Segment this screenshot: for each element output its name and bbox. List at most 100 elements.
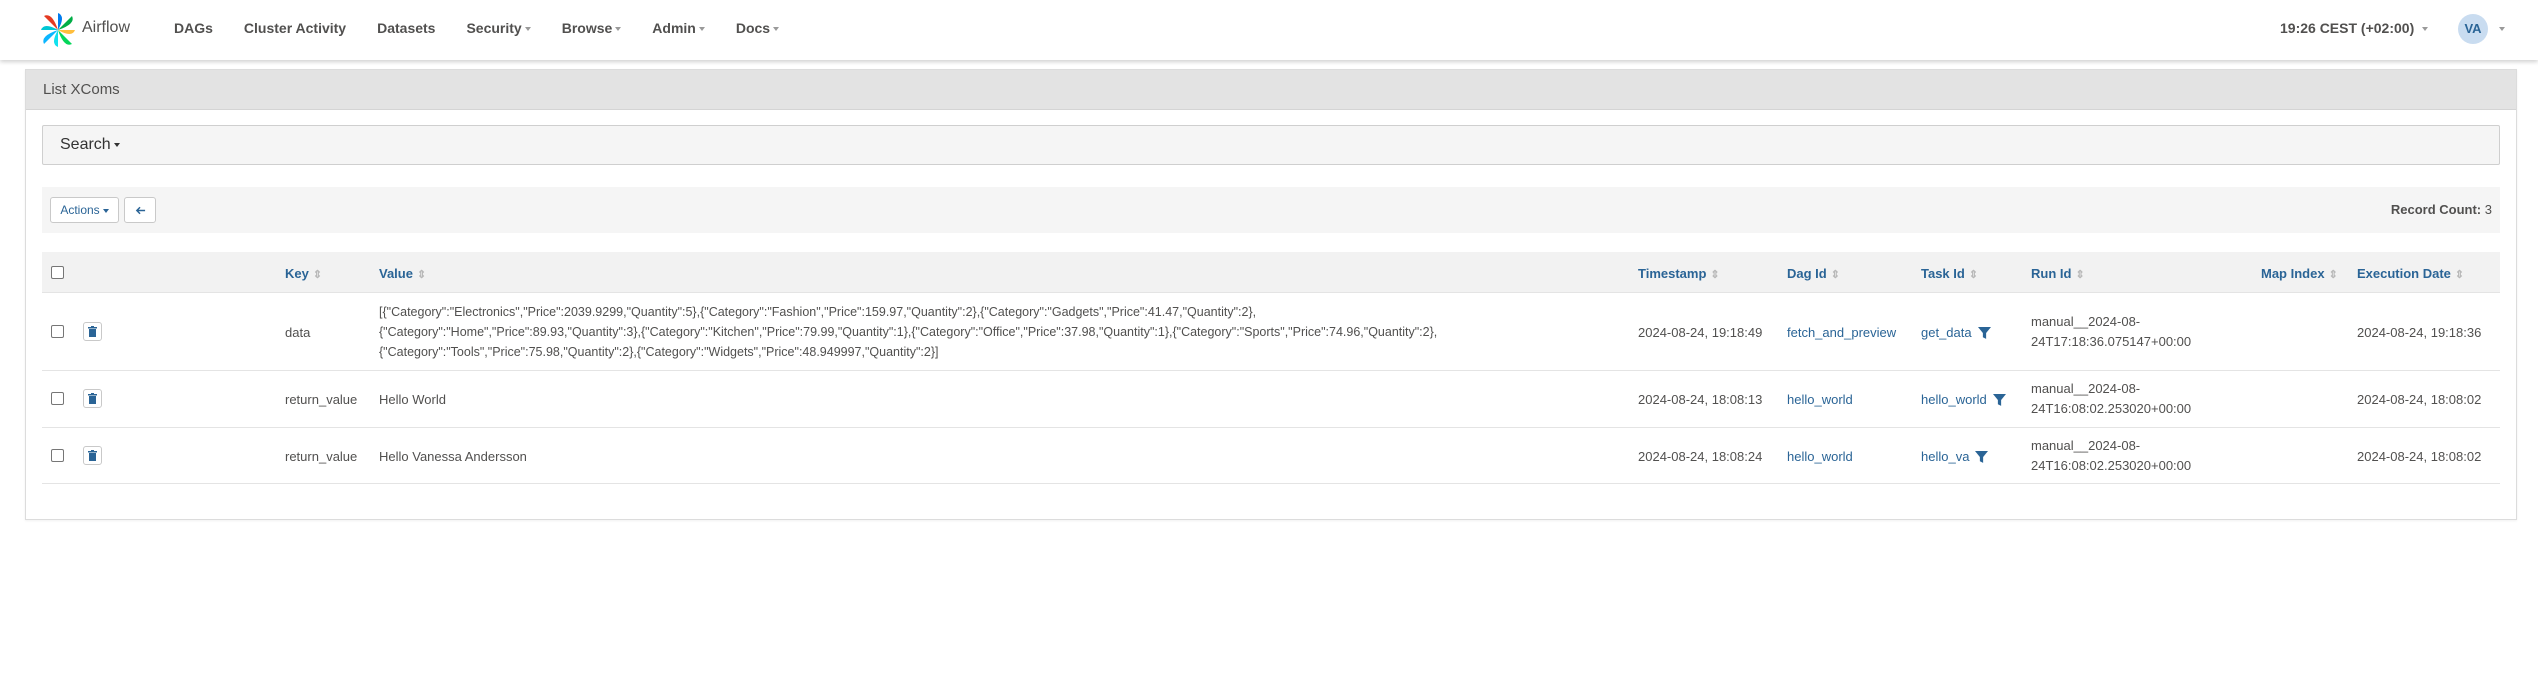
column-header-map-index[interactable]: Map Index ⇕ — [2261, 266, 2338, 281]
dag-id-link[interactable]: hello_world — [1787, 449, 1853, 464]
delete-button[interactable] — [83, 389, 102, 408]
task-id-cell: hello_va — [1921, 449, 1989, 464]
column-header-dag-id[interactable]: Dag Id ⇕ — [1787, 266, 1840, 281]
column-header-label: Value — [379, 266, 413, 281]
row-checkbox[interactable] — [51, 325, 64, 338]
dag-id-link[interactable]: hello_world — [1787, 392, 1853, 407]
select-all-checkbox[interactable] — [51, 266, 64, 279]
user-avatar[interactable]: VA — [2458, 14, 2488, 44]
sort-icon: ⇕ — [2454, 269, 2465, 281]
column-header-label: Timestamp — [1638, 266, 1707, 281]
caret-down-icon — [2422, 27, 2429, 32]
column-header-label: Task Id — [1921, 266, 1965, 281]
current-time: 19:26 CEST (+02:00) — [2280, 20, 2415, 36]
record-count: Record Count: 3 — [2391, 202, 2492, 217]
search-dropdown[interactable]: Search — [42, 125, 2500, 165]
xcom-key: return_value — [285, 449, 358, 464]
arrow-left-icon — [135, 206, 145, 215]
row-checkbox[interactable] — [51, 449, 64, 462]
xcom-timestamp: 2024-08-24, 19:18:49 — [1638, 325, 1763, 340]
task-id-link[interactable]: hello_world — [1921, 392, 1987, 407]
caret-down-icon — [773, 27, 780, 32]
trash-icon — [88, 450, 97, 461]
filter-icon[interactable] — [1992, 394, 2006, 407]
column-header-value[interactable]: Value ⇕ — [379, 266, 426, 281]
nav-admin[interactable]: Admin — [652, 20, 705, 36]
nav-docs-label: Docs — [735, 20, 771, 36]
caret-down-icon — [698, 27, 705, 32]
table-row: return_value Hello Vanessa Andersson 202… — [42, 427, 2500, 484]
sort-icon: ⇕ — [312, 269, 323, 281]
timezone-menu[interactable]: 19:26 CEST (+02:00) — [2280, 20, 2429, 36]
brand-name: Airflow — [82, 19, 131, 36]
task-id-link[interactable]: hello_va — [1921, 449, 1969, 464]
execution-date: 2024-08-24, 18:08:02 — [2357, 449, 2482, 464]
xcom-table-body: Key ⇕ Value ⇕ Timestamp ⇕ Dag Id ⇕ Task Id ⇕ … — [42, 252, 2500, 484]
sort-icon: ⇕ — [1968, 269, 1979, 281]
column-header-timestamp[interactable]: Timestamp ⇕ — [1638, 266, 1720, 281]
sort-icon: ⇕ — [1710, 269, 1720, 281]
execution-date: 2024-08-24, 18:08:02 — [2357, 392, 2482, 407]
table-row: return_value Hello World 2024-08-24, 18:… — [42, 370, 2500, 427]
xcom-value: Hello World — [379, 392, 446, 407]
caret-down-icon — [102, 208, 109, 213]
sort-icon: ⇕ — [416, 269, 427, 281]
search-label: Search — [60, 136, 111, 153]
column-header-label: Map Index — [2261, 266, 2325, 281]
run-id: manual__2024-08- 24T16:08:02.253020+00:0… — [2031, 438, 2192, 473]
xcom-value: [{"Category":"Electronics","Price":2039.… — [379, 305, 1438, 359]
nav-datasets[interactable]: Datasets — [377, 20, 435, 36]
filter-icon[interactable] — [1977, 327, 1991, 340]
dag-id-link[interactable]: fetch_and_preview — [1787, 325, 1896, 340]
task-id-cell: hello_world — [1921, 392, 2006, 407]
airflow-logo-icon — [41, 13, 75, 47]
column-header-label: Dag Id — [1787, 266, 1827, 281]
record-count-label: Record Count: — [2390, 202, 2482, 217]
xcom-value: Hello Vanessa Andersson — [379, 449, 527, 464]
nav-security[interactable]: Security — [466, 20, 531, 36]
trash-icon — [88, 393, 97, 404]
xcom-timestamp: 2024-08-24, 18:08:24 — [1638, 449, 1763, 464]
delete-button[interactable] — [83, 322, 102, 341]
list-toolbar: Actions Record Count: 3 — [42, 187, 2500, 233]
xcom-key: return_value — [285, 392, 358, 407]
sort-icon: ⇕ — [1830, 269, 1840, 281]
execution-date: 2024-08-24, 19:18:36 — [2357, 325, 2482, 340]
run-id: manual__2024-08- 24T17:18:36.075147+00:0… — [2031, 314, 2192, 349]
trash-icon — [88, 326, 97, 337]
nav-dags[interactable]: DAGs — [174, 20, 213, 36]
run-id: manual__2024-08- 24T16:08:02.253020+00:0… — [2031, 381, 2192, 416]
filter-icon[interactable] — [1975, 451, 1989, 464]
actions-button[interactable]: Actions — [50, 197, 119, 223]
top-navbar: Airflow DAGs Cluster Activity Datasets S… — [0, 0, 2538, 60]
table-header-row: Key ⇕ Value ⇕ Timestamp ⇕ Dag Id ⇕ Task Id ⇕ … — [42, 252, 2500, 292]
caret-down-icon — [113, 142, 120, 147]
nav-docs[interactable]: Docs — [735, 20, 780, 36]
task-id-link[interactable]: get_data — [1921, 325, 1972, 340]
task-id-cell: get_data — [1921, 325, 1991, 340]
caret-down-icon[interactable] — [2499, 27, 2505, 31]
sort-icon: ⇕ — [2328, 269, 2338, 281]
column-header-execution-date[interactable]: Execution Date ⇕ — [2357, 266, 2464, 281]
nav-browse[interactable]: Browse — [562, 20, 622, 36]
nav-browse-label: Browse — [561, 20, 613, 36]
brand-link[interactable]: Airflow — [38, 7, 130, 53]
xcom-timestamp: 2024-08-24, 18:08:13 — [1638, 392, 1763, 407]
table-row: data [{"Category":"Electronics","Price":… — [42, 292, 2500, 370]
column-header-task-id[interactable]: Task Id ⇕ — [1921, 266, 1978, 281]
column-header-key[interactable]: Key ⇕ — [285, 266, 322, 281]
main-menu: DAGs Cluster Activity Datasets Security … — [174, 20, 810, 36]
record-count-value: 3 — [2484, 202, 2492, 217]
row-checkbox[interactable] — [51, 392, 64, 405]
column-header-run-id[interactable]: Run Id ⇕ — [2031, 266, 2085, 281]
caret-down-icon — [615, 27, 622, 32]
caret-down-icon — [524, 27, 531, 32]
column-header-label: Key — [285, 266, 309, 281]
nav-admin-label: Admin — [652, 20, 696, 36]
column-header-label: Execution Date — [2357, 266, 2451, 281]
back-button[interactable] — [124, 197, 156, 223]
delete-button[interactable] — [83, 446, 102, 465]
actions-label: Actions — [60, 203, 100, 217]
sort-icon: ⇕ — [2075, 269, 2085, 281]
nav-cluster-activity[interactable]: Cluster Activity — [244, 20, 346, 36]
